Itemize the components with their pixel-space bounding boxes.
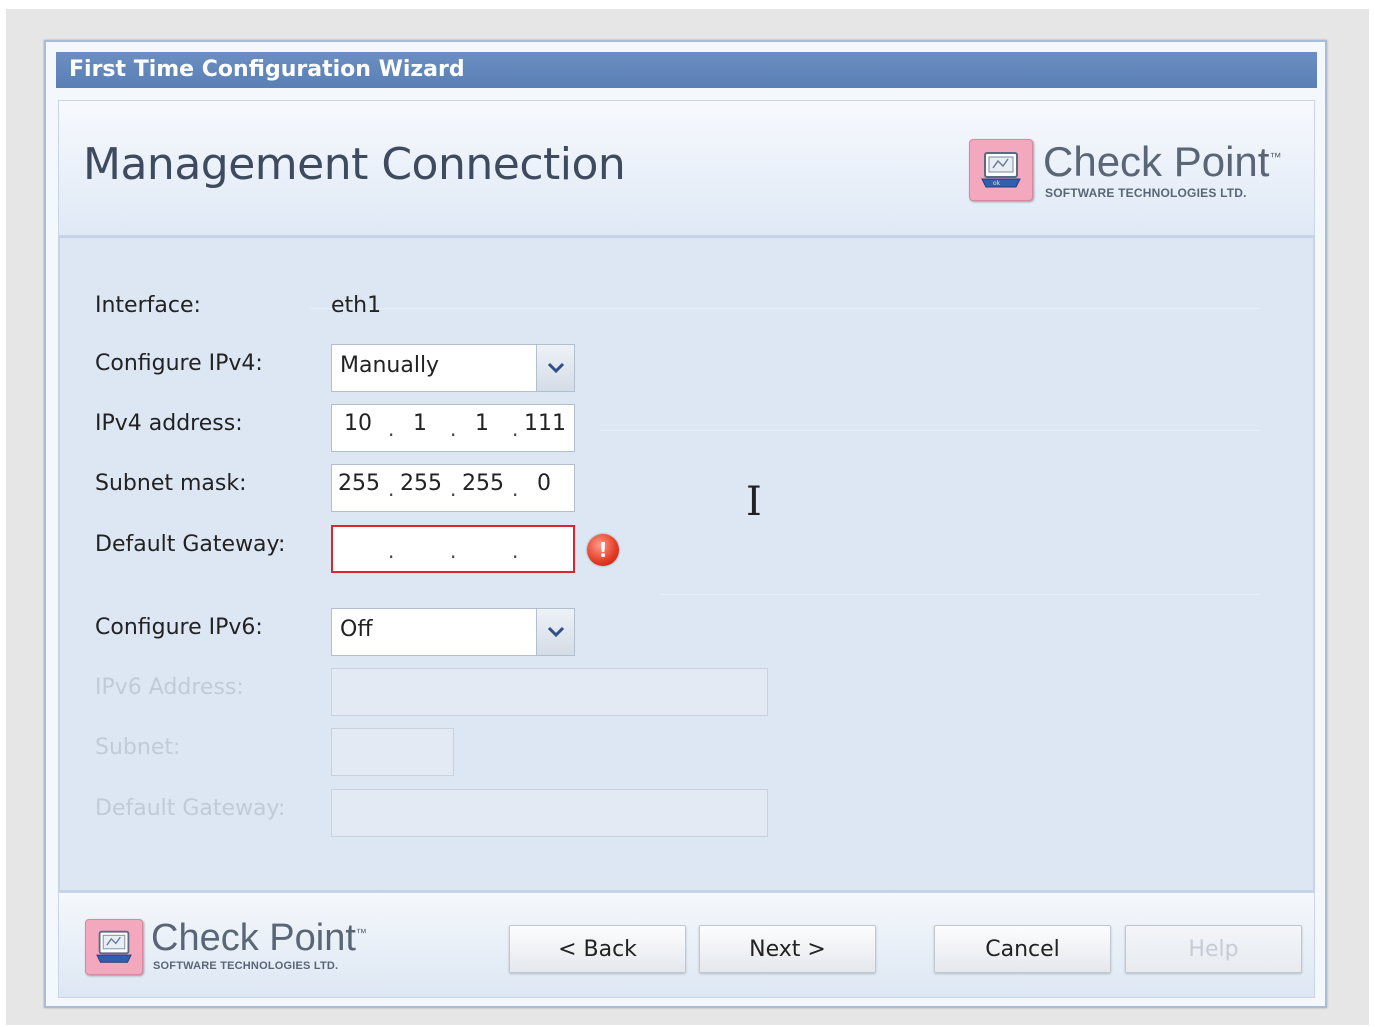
configure-ipv6-label: Configure IPv6: [95,615,263,640]
default-gateway-label: Default Gateway: [95,532,286,557]
back-button[interactable]: < Back [509,925,686,973]
window-title: First Time Configuration Wizard [69,57,465,82]
svg-text:ok: ok [993,180,1001,187]
trademark: ™ [355,927,367,940]
trademark: ™ [1269,150,1282,164]
cancel-button[interactable]: Cancel [934,925,1111,973]
ipv6-address-label: IPv6 Address: [95,675,244,700]
configure-ipv4-label: Configure IPv4: [95,351,263,376]
chevron-down-icon[interactable] [536,345,574,391]
error-icon[interactable]: ! [587,534,619,566]
ipv4-address-label: IPv4 address: [95,411,243,436]
checkpoint-logo-icon [85,919,143,975]
ipv6-subnet-input [331,728,454,776]
ipv6-gateway-label: Default Gateway: [95,796,286,821]
next-button[interactable]: Next > [699,925,876,973]
configure-ipv4-select[interactable]: Manually [331,344,575,392]
default-gateway-input[interactable]: . . . [331,525,575,573]
interface-label: Interface: [95,293,201,318]
ipv4-octet-2[interactable]: 1 [400,411,440,436]
help-button: Help [1125,925,1302,973]
configure-ipv6-select[interactable]: Off [331,608,575,656]
window-titlebar: First Time Configuration Wizard [56,52,1317,88]
brand-name: Check Point [1043,138,1270,185]
text-cursor-icon: I [746,479,762,525]
guide-line [660,594,1260,595]
ipv4-octet-3[interactable]: 1 [462,411,502,436]
ipv4-octet-4[interactable]: 111 [524,411,566,436]
guide-line [600,430,1260,431]
brand-subtitle: SOFTWARE TECHNOLOGIES LTD. [153,960,339,972]
ipv6-subnet-label: Subnet: [95,735,181,760]
brand-subtitle: SOFTWARE TECHNOLOGIES LTD. [1045,186,1247,200]
subnet-octet-1[interactable]: 255 [338,471,380,496]
ipv4-address-input[interactable]: 10 . 1 . 1 . 111 [331,404,575,452]
interface-value: eth1 [331,293,382,318]
subnet-octet-3[interactable]: 255 [462,471,504,496]
guide-line [310,308,1260,309]
ipv4-octet-1[interactable]: 10 [338,411,378,436]
brand-logo-header: ok Check Point™ SOFTWARE TECHNOLOGIES LT… [969,139,1281,201]
wizard-window: First Time Configuration Wizard Manageme… [44,40,1327,1008]
ipv6-address-input [331,668,768,716]
subnet-mask-input[interactable]: 255 . 255 . 255 . 0 [331,464,575,512]
checkpoint-logo-icon: ok [969,139,1033,201]
brand-logo-footer: Check Point™ SOFTWARE TECHNOLOGIES LTD. [85,919,367,975]
ipv6-gateway-input [331,789,768,837]
subnet-mask-label: Subnet mask: [95,471,247,496]
page-title: Management Connection [83,139,626,190]
wizard-footer: Check Point™ SOFTWARE TECHNOLOGIES LTD. … [58,892,1315,998]
configure-ipv6-value: Off [340,617,373,642]
subnet-octet-2[interactable]: 255 [400,471,442,496]
form-content: Interface: eth1 Configure IPv4: Manually… [58,236,1315,892]
subnet-octet-4[interactable]: 0 [524,471,564,496]
chevron-down-icon[interactable] [536,609,574,655]
page-header: Management Connection ok Check Point™ SO… [58,100,1315,236]
brand-name: Check Point [151,917,356,959]
configure-ipv4-value: Manually [340,353,440,378]
